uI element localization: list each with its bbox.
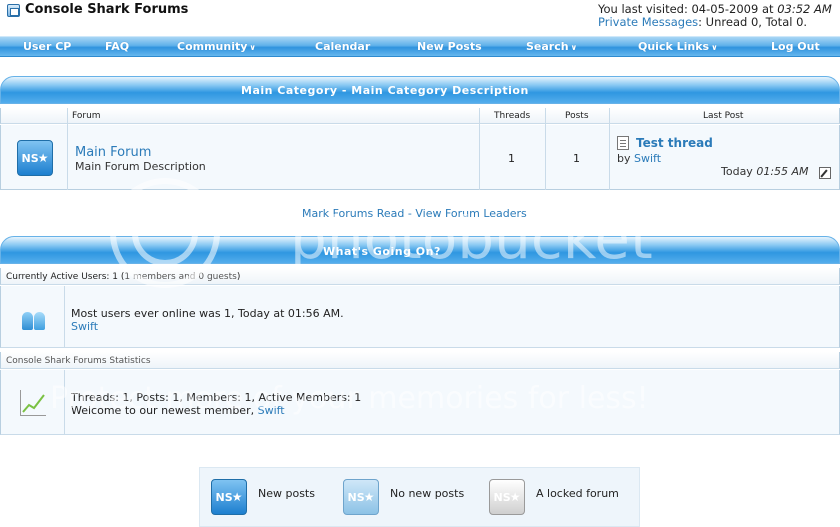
- forum-name-link[interactable]: Main Forum: [75, 145, 151, 160]
- pm-status: : Unread 0, Total 0.: [698, 15, 808, 29]
- nav-quick-links[interactable]: Quick Links ∨: [638, 40, 718, 53]
- site-title[interactable]: Console Shark Forums: [25, 2, 188, 17]
- private-messages: Private Messages: Unread 0, Total 0.: [598, 15, 807, 29]
- forum-description: Main Forum Description: [75, 160, 206, 173]
- chart-line-icon: [22, 394, 45, 413]
- stats-chart-icon: [20, 390, 46, 416]
- locked-forum-icon: NS ★: [489, 479, 525, 515]
- col-posts: Posts: [565, 111, 589, 121]
- nav-search[interactable]: Search ∨: [526, 40, 577, 53]
- star-icon: ★: [37, 151, 49, 165]
- active-users-breakdown: 1 members and 0 guests: [124, 272, 237, 282]
- nav-log-out[interactable]: Log Out: [771, 40, 820, 53]
- category-title[interactable]: Main Category - Main Category Descriptio…: [241, 84, 529, 97]
- column-divider: [479, 108, 480, 190]
- column-divider: [64, 286, 65, 348]
- nav-label: New Posts: [417, 40, 482, 53]
- links-separator: -: [407, 207, 412, 220]
- nav-label: FAQ: [105, 40, 130, 53]
- nav-label: User CP: [23, 40, 72, 53]
- forum-posts-count: 1: [573, 152, 580, 165]
- newest-member-link[interactable]: Swift: [258, 404, 285, 417]
- chevron-down-icon: ∨: [570, 43, 578, 52]
- active-users-label[interactable]: Currently Active Users: [6, 272, 106, 282]
- column-divider: [64, 370, 65, 435]
- active-users-summary: Currently Active Users: 1 (1 members and…: [6, 272, 240, 282]
- last-visited: You last visited: 04-05-2009 at 03:52 AM: [598, 2, 832, 16]
- stats-title[interactable]: Console Shark Forums Statistics: [6, 356, 151, 366]
- forum-threads-count: 1: [508, 152, 515, 165]
- chevron-down-icon: ∨: [249, 43, 256, 52]
- legend-locked-forum: A locked forum: [536, 487, 619, 500]
- forum-statistics: Threads: 1, Posts: 1, Members: 1, Active…: [71, 391, 362, 404]
- view-forum-leaders-link[interactable]: View Forum Leaders: [415, 207, 526, 220]
- col-last-post: Last Post: [703, 111, 744, 121]
- column-divider: [67, 108, 68, 190]
- legend-no-new-posts: No new posts: [390, 487, 465, 500]
- thread-icon: [617, 136, 629, 150]
- new-posts-icon: NS ★: [211, 479, 247, 515]
- no-new-posts-icon: NS ★: [343, 479, 379, 515]
- last-post-date: Today 01:55 AM: [721, 165, 809, 178]
- last-post-day: Today: [721, 165, 753, 178]
- last-post-user-link[interactable]: Swift: [634, 152, 661, 165]
- col-forum: Forum: [72, 111, 101, 121]
- forum-icon-text: NS: [21, 151, 39, 165]
- column-divider: [545, 108, 546, 190]
- home-icon[interactable]: [7, 4, 20, 17]
- nav-calendar[interactable]: Calendar: [315, 40, 370, 53]
- last-post-by: by Swift: [617, 152, 661, 165]
- newest-member: Welcome to our newest member, Swift: [71, 404, 285, 417]
- nav-label: Log Out: [771, 40, 820, 53]
- whats-going-on-title[interactable]: What's Going On?: [323, 245, 441, 258]
- legend-new-posts: New posts: [258, 487, 315, 500]
- active-users-close: ): [236, 272, 241, 282]
- nav-label: Calendar: [315, 40, 371, 53]
- users-icon: [20, 309, 48, 331]
- last-post-by-label: by: [617, 152, 631, 165]
- nav-label: Community: [177, 40, 248, 53]
- forum-links: Mark Forums Read - View Forum Leaders: [302, 207, 527, 220]
- last-post-time: 01:55 AM: [756, 165, 809, 178]
- online-user-link[interactable]: Swift: [71, 320, 98, 333]
- mark-forums-read-link[interactable]: Mark Forums Read: [302, 207, 404, 220]
- column-divider: [609, 108, 610, 190]
- last-visited-time: 03:52 AM: [777, 2, 832, 16]
- newest-member-prefix: Welcome to our newest member,: [71, 404, 255, 417]
- nav-label: Quick Links: [638, 40, 710, 53]
- chevron-down-icon: ∨: [711, 43, 718, 52]
- last-visited-text: You last visited: 04-05-2009 at: [598, 2, 774, 16]
- nav-community[interactable]: Community ∨: [177, 40, 256, 53]
- go-to-last-post-icon[interactable]: [819, 167, 831, 179]
- nav-label: Search: [526, 40, 569, 53]
- nav-new-posts[interactable]: New Posts: [417, 40, 482, 53]
- active-users-count: : 1 (: [106, 272, 125, 282]
- last-post-thread-link[interactable]: Test thread: [636, 136, 713, 150]
- nav-faq[interactable]: FAQ: [105, 40, 129, 53]
- col-threads: Threads: [494, 111, 531, 121]
- nav-user-cp[interactable]: User CP: [23, 40, 71, 53]
- most-users-online: Most users ever online was 1, Today at 0…: [71, 307, 344, 320]
- forum-status-new-icon: NS ★: [17, 140, 53, 176]
- private-messages-link[interactable]: Private Messages: [598, 15, 698, 29]
